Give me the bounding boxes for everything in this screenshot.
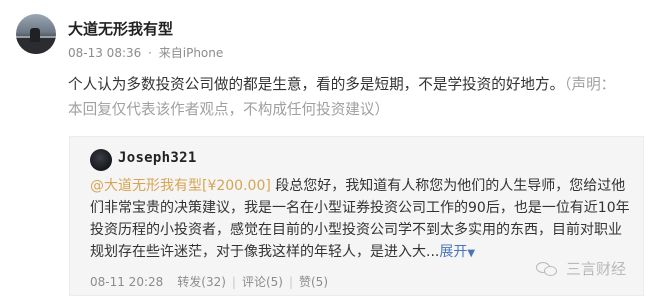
source-watermark: 三言财经 bbox=[536, 258, 626, 279]
post-date: 08-13 08:36 bbox=[68, 46, 142, 60]
post-content-main: 个人认为多数投资公司做的都是生意，看的多是短期，不是学投资的好地方。 bbox=[68, 76, 565, 93]
watermark-label: 三言财经 bbox=[566, 260, 627, 278]
quoted-date: 08-11 20:28 bbox=[90, 274, 164, 289]
wechat-icon bbox=[536, 260, 558, 278]
like-button[interactable]: 赞(5) bbox=[299, 273, 328, 290]
forward-label: 转发(32) bbox=[177, 275, 226, 289]
comment-label: 评论(5) bbox=[241, 275, 283, 289]
comment-button[interactable]: 评论(5) bbox=[242, 273, 283, 290]
quoted-author-avatar[interactable] bbox=[90, 149, 112, 171]
footer-divider: | bbox=[288, 274, 293, 289]
chevron-down-icon: ▼ bbox=[467, 248, 476, 259]
quoted-content: @大道无形我有型[¥200.00] 段总您好，我知道有人称您为他们的人生导师，您… bbox=[90, 175, 630, 265]
disclaimer-prefix: （声明： bbox=[564, 76, 616, 93]
footer-divider: | bbox=[231, 274, 236, 289]
mention-link[interactable]: @大道无形我有型[¥200.00] bbox=[90, 178, 271, 194]
post-source: 来自iPhone bbox=[158, 46, 224, 60]
disclaimer-text: 本回复仅代表该作者观点，不构成任何投资建议） bbox=[68, 101, 390, 118]
expand-link[interactable]: 展开▼ bbox=[439, 244, 475, 260]
avatar-figure bbox=[30, 28, 40, 42]
post-meta: 08-13 08:36 · 来自iPhone bbox=[68, 44, 223, 61]
meta-separator: · bbox=[148, 46, 152, 60]
like-label: 赞(5) bbox=[299, 275, 328, 289]
quoted-author-name[interactable]: Joseph321 bbox=[118, 150, 197, 166]
expand-label: 展开 bbox=[439, 244, 468, 260]
post-content: 个人认为多数投资公司做的都是生意，看的多是短期，不是学投资的好地方。（声明： 本… bbox=[68, 72, 640, 122]
author-avatar[interactable] bbox=[16, 14, 56, 54]
forward-button[interactable]: 转发(32) bbox=[177, 273, 226, 290]
author-name[interactable]: 大道无形我有型 bbox=[68, 18, 173, 39]
quoted-footer: 08-11 20:28 转发(32) | 评论(5) | 赞(5) bbox=[90, 273, 328, 290]
